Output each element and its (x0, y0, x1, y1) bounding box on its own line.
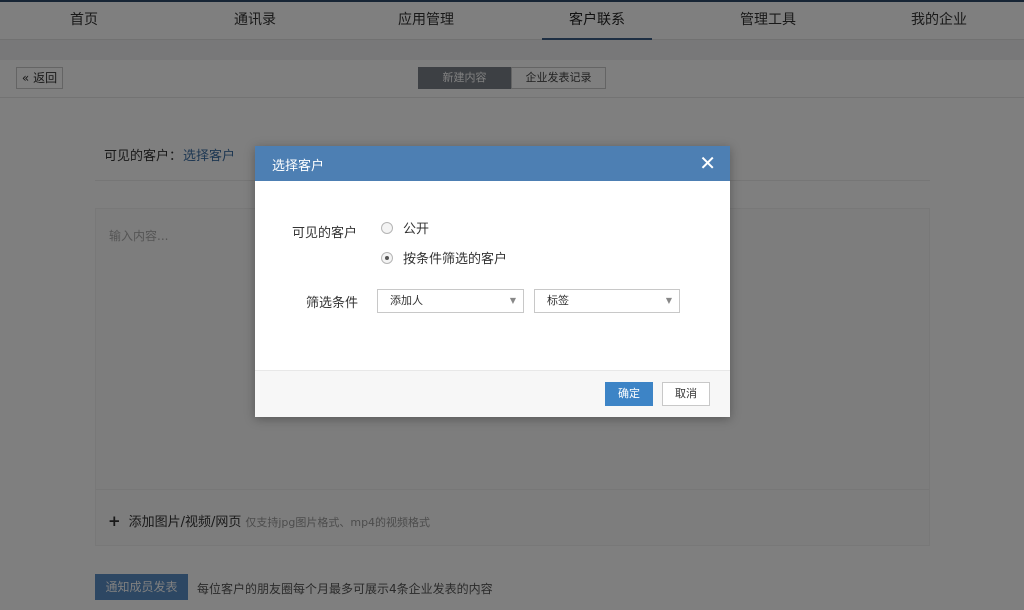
radio-public-indicator[interactable] (381, 222, 393, 234)
radio-public[interactable]: 公开 (381, 222, 429, 238)
visible-customers-field-label: 可见的客户 (292, 226, 358, 241)
filter-conditions-label: 筛选条件 (306, 296, 359, 311)
radio-public-label: 公开 (403, 222, 430, 237)
dialog-title: 选择客户 (272, 159, 325, 174)
radio-filtered[interactable]: 按条件筛选的客户 (381, 252, 507, 268)
dialog-header: 选择客户 ✕ (255, 146, 730, 181)
caret-down-icon: ▼ (665, 296, 672, 305)
caret-down-icon: ▼ (509, 296, 516, 305)
close-icon[interactable]: ✕ (699, 151, 716, 175)
dialog-footer: 确定 取消 (255, 370, 730, 417)
radio-filtered-indicator[interactable] (381, 252, 393, 264)
adder-select[interactable]: 添加人 ▼ (377, 289, 524, 313)
radio-filtered-label: 按条件筛选的客户 (403, 252, 508, 267)
cancel-button[interactable]: 取消 (662, 382, 710, 406)
adder-select-value: 添加人 (390, 294, 423, 307)
confirm-button[interactable]: 确定 (605, 382, 653, 406)
tag-select[interactable]: 标签 ▼ (534, 289, 680, 313)
select-customers-dialog: 选择客户 ✕ 可见的客户 公开 按条件筛选的客户 筛选条件 添加人 ▼ 标签 ▼… (255, 146, 730, 417)
tag-select-value: 标签 (547, 294, 569, 307)
